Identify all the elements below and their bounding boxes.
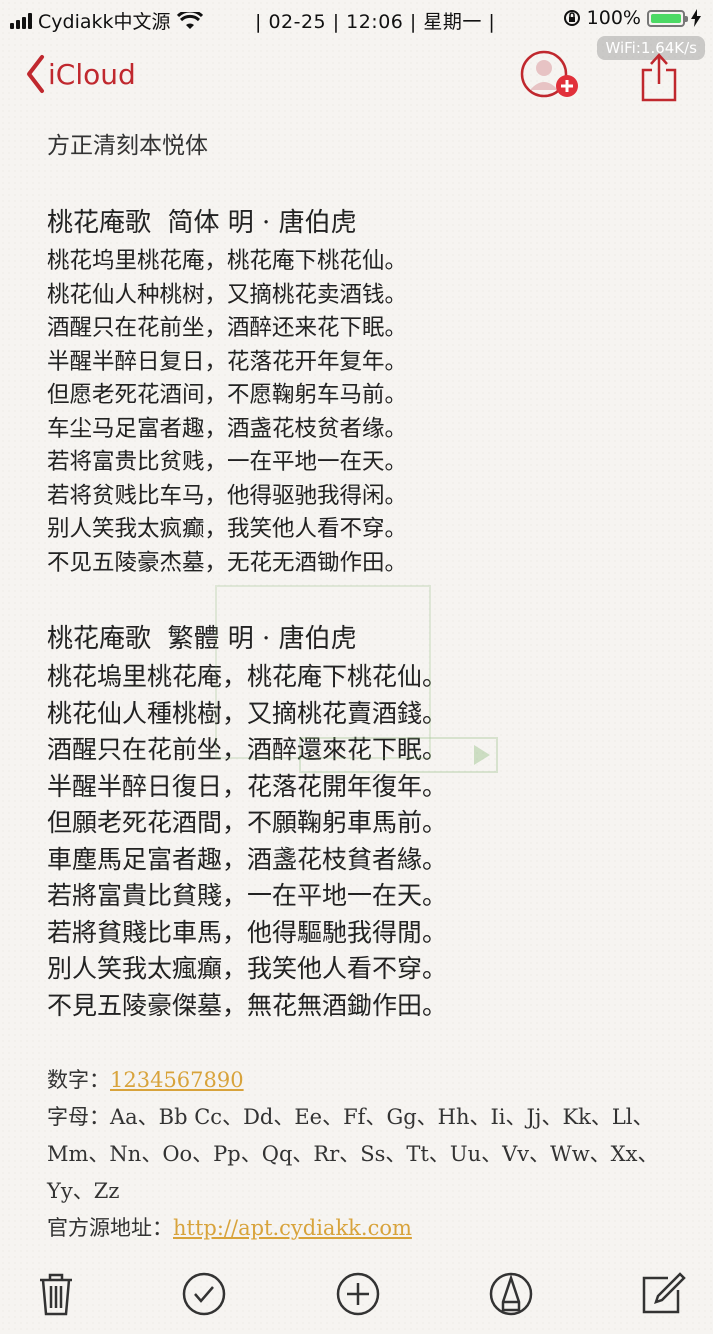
poem-title: 桃花庵歌 简体 明 · 唐伯虎: [47, 208, 357, 238]
letters-line: Mm、Nn、Oo、Pp、Qq、Rr、Ss、Tt、Uu、Vv、Ww、Xx、: [47, 1142, 659, 1166]
status-left: Cydiakk中文源: [10, 7, 203, 34]
compose-button[interactable]: [638, 1270, 686, 1318]
poem-simplified: 桃花庵歌 简体 明 · 唐伯虎 桃花坞里桃花庵，桃花庵下桃花仙。 桃花仙人种桃树…: [47, 202, 687, 580]
battery-icon: [647, 9, 688, 27]
checklist-icon: [182, 1272, 226, 1316]
source-url-link[interactable]: http://apt.cydiakk.com: [173, 1216, 412, 1240]
back-button[interactable]: iCloud: [24, 54, 136, 94]
digits-link[interactable]: 1234567890: [110, 1068, 244, 1092]
poem-line: 桃花坞里桃花庵，桃花庵下桃花仙。: [47, 248, 408, 274]
chevron-left-icon: [27, 55, 44, 93]
status-right: 100%: [563, 7, 701, 29]
watermark: [215, 585, 498, 773]
source-row: 官方源地址：http://apt.cydiakk.com: [47, 1210, 687, 1247]
status-datetime: | 02-25 | 12:06 | 星期一 |: [255, 11, 496, 33]
back-label: iCloud: [48, 57, 136, 91]
play-icon: [474, 745, 490, 765]
add-person-icon: [520, 50, 578, 98]
checklist-button[interactable]: [180, 1270, 228, 1318]
charging-icon: [691, 9, 701, 27]
poem-line: 半醒半醉日复日，花落花开年复年。: [47, 348, 408, 375]
status-bar: Cydiakk中文源 | 02-25 | 12:06 | 星期一 | 100%: [0, 0, 713, 38]
letters-line: Yy、Zz: [47, 1179, 120, 1203]
font-name: 方正清刻本悦体: [47, 133, 208, 159]
sample-characters: 数字：1234567890 字母：Aa、Bb Cc、Dd、Ee、Ff、Gg、Hh…: [47, 1062, 687, 1247]
digits-label: 数字：: [47, 1068, 110, 1092]
add-button[interactable]: [334, 1270, 382, 1318]
markup-icon: [489, 1272, 533, 1316]
source-label: 官方源地址：: [47, 1216, 173, 1240]
poem-line: 別人笑我太瘋癲，我笑他人看不穿。: [47, 954, 448, 983]
signal-icon: [10, 12, 32, 29]
letters-label: 字母：: [47, 1105, 110, 1129]
letters-line: Aa、Bb Cc、Dd、Ee、Ff、Gg、Hh、Ii、Jj、Kk、Ll、: [110, 1105, 654, 1129]
watermark-play-box: [299, 737, 498, 773]
poem-line: 若將富貴比貧賤，一在平地一在天。: [47, 881, 448, 910]
compose-icon: [642, 1272, 686, 1314]
letters-row: 字母：Aa、Bb Cc、Dd、Ee、Ff、Gg、Hh、Ii、Jj、Kk、Ll、: [47, 1099, 687, 1136]
poem-line: 半醒半醉日復日，花落花開年復年。: [47, 771, 448, 801]
battery-percent: 100%: [586, 7, 641, 29]
poem-line: 但愿老死花酒间，不愿鞠躬车马前。: [47, 382, 408, 408]
poem-line: 桃花仙人种桃树，又摘桃花卖酒钱。: [47, 281, 408, 308]
add-icon: [336, 1272, 380, 1316]
digits-row: 数字：1234567890: [47, 1062, 687, 1099]
bottom-toolbar: [0, 1262, 713, 1326]
poem-line: 但願老死花酒間，不願鞠躬車馬前。: [47, 808, 448, 837]
poem-line: 不见五陵豪杰墓，无花无酒锄作田。: [47, 549, 408, 576]
trash-icon: [40, 1273, 72, 1316]
wifi-icon: [176, 11, 203, 30]
add-people-button[interactable]: [520, 50, 582, 102]
delete-button[interactable]: [32, 1270, 80, 1318]
navigation-bar: iCloud: [0, 48, 713, 108]
poem-line: 别人笑我太疯癫，我笑他人看不穿。: [47, 516, 408, 542]
poem-line: 車塵馬足富者趣，酒盞花枝貧者緣。: [47, 844, 448, 874]
share-icon: [641, 53, 677, 102]
poem-line: 若將貧賤比車馬，他得驅馳我得閒。: [47, 917, 448, 947]
poem-line: 若将贫贱比车马，他得驱驰我得闲。: [47, 482, 408, 509]
carrier-name: Cydiakk中文源: [38, 11, 171, 33]
poem-line: 酒醒只在花前坐，酒醉还来花下眠。: [47, 315, 408, 341]
markup-button[interactable]: [487, 1270, 535, 1318]
poem-line: 若将富贵比贫贱，一在平地一在天。: [47, 449, 408, 475]
poem-line: 车尘马足富者趣，酒盏花枝贫者缘。: [47, 415, 408, 442]
orientation-lock-icon: [563, 9, 581, 27]
share-button[interactable]: [640, 52, 678, 102]
poem-line: 不見五陵豪傑墓，無花無酒鋤作田。: [47, 990, 448, 1020]
